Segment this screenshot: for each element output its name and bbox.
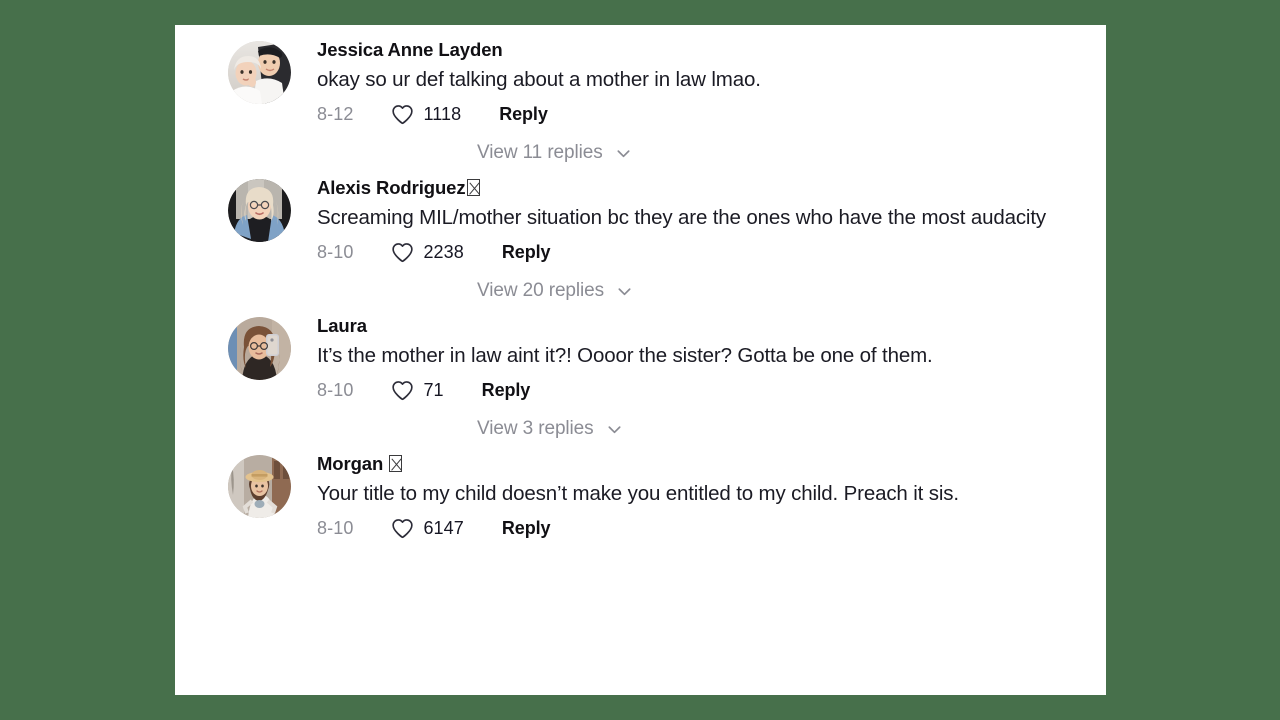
view-replies-label: View 20 replies — [477, 280, 605, 301]
chevron-down-icon — [615, 145, 632, 162]
avatar-laura[interactable] — [228, 317, 291, 380]
comment-meta: 8-10 2238 Reply — [317, 242, 1106, 263]
comment-author[interactable]: Jessica Anne Layden — [317, 38, 1106, 62]
comment-date: 8-10 — [317, 518, 354, 538]
like-count: 1118 — [423, 104, 462, 124]
like-button[interactable]: 2238 — [391, 242, 464, 263]
comment-author-name: Alexis Rodriguez — [317, 177, 466, 198]
like-count: 2238 — [423, 242, 464, 262]
avatar-jessica-anne-layden[interactable] — [228, 41, 291, 104]
missing-glyph-icon — [466, 179, 480, 196]
view-replies-button[interactable]: View 11 replies — [175, 142, 1106, 164]
chevron-down-icon — [606, 421, 623, 438]
comment-meta: 8-12 1118 Reply — [317, 104, 1106, 125]
comment-item: Laura It’s the mother in law aint it?! O… — [175, 314, 1106, 401]
comment-text: okay so ur def talking about a mother in… — [317, 68, 761, 91]
comment-body: Jessica Anne Layden okay so ur def talki… — [291, 38, 1106, 125]
comment-author-name: Jessica Anne Layden — [317, 39, 503, 60]
comment-author-name: Laura — [317, 315, 367, 336]
reply-button[interactable]: Reply — [502, 242, 551, 263]
comment-meta: 8-10 6147 Reply — [317, 518, 1106, 539]
chevron-down-icon — [616, 283, 633, 300]
view-replies-button[interactable]: View 3 replies — [175, 418, 1106, 440]
avatar-alexis-rodriguez[interactable] — [228, 179, 291, 242]
heart-icon — [391, 242, 414, 263]
comment-text: Screaming MIL/mother situation bc they a… — [317, 206, 1046, 229]
heart-icon — [391, 380, 414, 401]
comment-body: Alexis Rodriguez Screaming MIL/mother si… — [291, 176, 1106, 263]
reply-button[interactable]: Reply — [482, 380, 531, 401]
comment-meta: 8-10 71 Reply — [317, 380, 1106, 401]
heart-icon — [391, 518, 414, 539]
like-button[interactable]: 1118 — [391, 104, 461, 125]
comment-author[interactable]: Alexis Rodriguez — [317, 176, 1106, 200]
comment-author[interactable]: Laura — [317, 314, 1106, 338]
comment-text: Your title to my child doesn’t make you … — [317, 482, 959, 505]
avatar-morgan[interactable] — [228, 455, 291, 518]
like-button[interactable]: 6147 — [391, 518, 464, 539]
missing-glyph-icon — [389, 455, 403, 472]
comment-date: 8-10 — [317, 242, 354, 262]
like-button[interactable]: 71 — [391, 380, 444, 401]
like-count: 6147 — [423, 518, 464, 538]
comment-date: 8-12 — [317, 104, 354, 124]
heart-icon — [391, 104, 414, 125]
comment-date: 8-10 — [317, 380, 354, 400]
comment-body: Laura It’s the mother in law aint it?! O… — [291, 314, 1106, 401]
comment-item: Morgan Your title to my child doesn’t ma… — [175, 452, 1106, 539]
reply-button[interactable]: Reply — [499, 104, 548, 125]
screenshot-stage: Jessica Anne Layden okay so ur def talki… — [0, 0, 1280, 720]
comment-author-name: Morgan — [317, 453, 389, 474]
comment-body: Morgan Your title to my child doesn’t ma… — [291, 452, 1106, 539]
like-count: 71 — [423, 380, 444, 400]
comment-item: Alexis Rodriguez Screaming MIL/mother si… — [175, 176, 1106, 263]
comment-item: Jessica Anne Layden okay so ur def talki… — [175, 38, 1106, 125]
comment-text: It’s the mother in law aint it?! Oooor t… — [317, 344, 933, 367]
view-replies-label: View 3 replies — [477, 418, 594, 439]
view-replies-button[interactable]: View 20 replies — [175, 280, 1106, 302]
comment-list: Jessica Anne Layden okay so ur def talki… — [175, 38, 1106, 539]
comment-author[interactable]: Morgan — [317, 452, 1106, 476]
view-replies-label: View 11 replies — [477, 142, 603, 163]
reply-button[interactable]: Reply — [502, 518, 551, 539]
comment-card: Jessica Anne Layden okay so ur def talki… — [175, 25, 1106, 695]
